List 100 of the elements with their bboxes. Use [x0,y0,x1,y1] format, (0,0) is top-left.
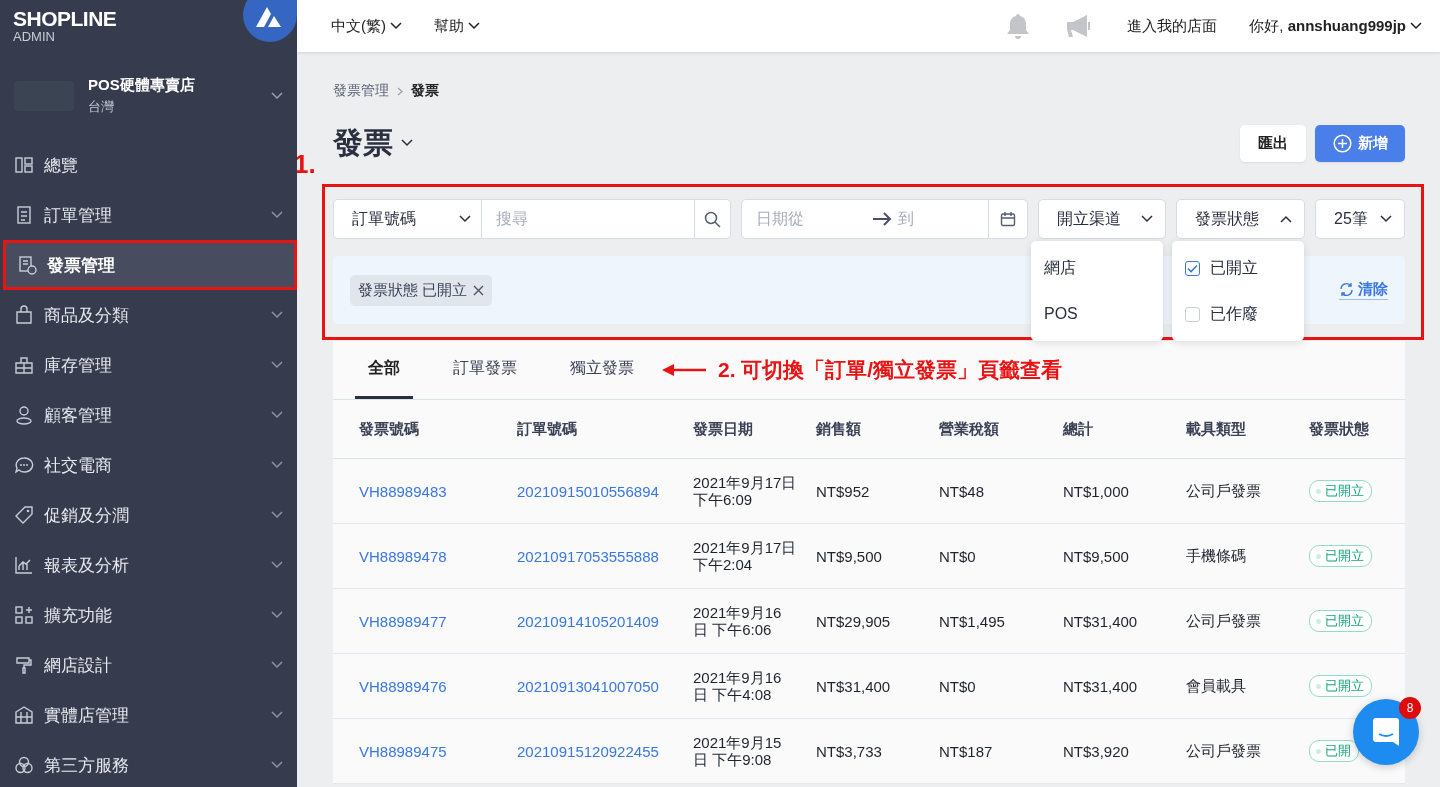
storefront-link[interactable]: 進入我的店面 [1127,16,1218,36]
sidebar-item[interactable]: 社交電商 [0,440,297,490]
annotation-text: 2. 可切換「訂單/獨立發票」頁籤查看 [718,357,1063,383]
chevron-down-icon [271,211,283,219]
chat-icon [1371,717,1401,747]
menu-dropdown[interactable]: 中文(繁) [331,16,402,36]
grid-plus-icon [14,605,34,625]
menu-dropdown[interactable]: 幫助 [434,16,480,36]
table-cell-text: 日 下午9:08 [693,751,773,768]
table-cell: NT$31,400 [816,677,891,695]
table-cell: NT$29,905 [816,612,891,630]
brand-subtitle: ADMIN [13,30,56,43]
account-menu[interactable]: 你好, annshuang999jp [1249,16,1422,36]
table-cell: 2021年9月16 [693,604,782,621]
page-title: 發票 [333,124,393,161]
clear-link[interactable]: 清除 [1339,280,1388,300]
date-range-field[interactable]: 日期從 到 [741,199,1028,239]
table-cell: NT$187 [939,742,993,760]
checkbox-option[interactable]: 已作廢 [1172,291,1304,337]
tab[interactable]: 訂單發票 [440,341,530,399]
filter-chip[interactable]: 發票狀態 已開立 [350,274,493,306]
export-button[interactable]: 匯出 [1240,124,1306,162]
table-cell: NT$0 [939,547,976,565]
column-header: 營業稅額 [939,419,999,439]
dashboard-icon [14,155,34,175]
tab[interactable]: 全部 [355,341,413,399]
tag-icon [14,505,34,525]
status-badge: 已開立 [1309,610,1372,632]
order-number-link[interactable]: 20210913041007050 [517,677,659,695]
bar-chart-icon [14,555,34,575]
paint-roller-icon [14,655,34,675]
table-cell: 公司戶發票 [1186,741,1261,761]
table-cell-text: 日 下午6:06 [693,621,773,638]
table-cell: NT$31,400 [1063,677,1138,695]
order-number-link[interactable]: 20210914105201409 [517,612,659,630]
invoice-number-link[interactable]: VH88989478 [359,547,447,565]
checkbox-option[interactable]: 已開立 [1172,245,1304,291]
column-header: 銷售額 [816,419,861,439]
chevron-down-icon [401,139,413,147]
breadcrumb-link[interactable]: 發票管理 [333,82,389,100]
create-button[interactable]: 新增 [1315,124,1405,162]
status-badge: 已開立 [1309,675,1372,697]
order-number-link[interactable]: 20210915010556894 [517,482,659,500]
table-cell: NT$31,400 [1063,612,1138,630]
sidebar-item[interactable]: 訂單管理 [0,190,297,240]
table-cell: NT$1,495 [939,612,1005,630]
sidebar-item[interactable]: 庫存管理 [0,340,297,390]
sidebar-item[interactable]: 網店設計 [0,640,297,690]
sidebar-item[interactable]: 報表及分析 [0,540,297,590]
chevron-up-icon [1280,215,1292,223]
sidebar-item[interactable]: 促銷及分潤 [0,490,297,540]
column-header: 總計 [1063,419,1093,439]
invoice-number-link[interactable]: VH88989483 [359,482,447,500]
chevron-down-icon [271,711,283,719]
table-cell-text: 日 下午4:08 [693,686,773,703]
notification-badge: 8 [1399,697,1421,719]
table-cell-text: 下午2:04 [693,556,754,573]
table-cell: 公司戶發票 [1186,481,1261,501]
invoice-number-link[interactable]: VH88989475 [359,742,447,760]
invoice-number-link[interactable]: VH88989477 [359,612,447,630]
table-cell: 手機條碼 [1186,546,1246,566]
sidebar-item[interactable]: 第三方服務 [0,740,297,787]
circles-icon [14,755,34,775]
shopping-bag-icon [14,305,34,325]
brand-logo: SHOPLINE [13,8,118,29]
chevron-down-icon [271,761,283,769]
chevron-down-icon [1141,215,1154,223]
chevron-down-icon [271,511,283,519]
table-cell: NT$3,733 [816,742,882,760]
user-icon [14,405,34,425]
chevron-down-icon [271,92,283,100]
table-cell: 2021年9月16 [693,669,782,686]
column-header: 發票狀態 [1309,419,1369,439]
chevron-down-icon [390,22,402,30]
sidebar-item[interactable]: 商品及分類 [0,290,297,340]
invoice-number-link[interactable]: VH88989476 [359,677,447,695]
boxes-icon [14,355,34,375]
table-cell: NT$1,000 [1063,482,1129,500]
checkbox[interactable] [1185,260,1200,276]
filter-dropdown[interactable]: 開立渠道 [1037,199,1167,239]
sidebar-item[interactable]: 顧客管理 [0,390,297,440]
sidebar-item[interactable]: 擴充功能 [0,590,297,640]
building-icon [14,705,34,725]
sidebar-item[interactable]: 發票管理 [3,240,297,290]
order-number-link[interactable]: 20210915120922455 [517,742,659,760]
filter-dropdown[interactable]: 發票狀態 [1176,199,1305,239]
menu-option[interactable]: 網店 [1031,245,1163,291]
sidebar-item[interactable]: 實體店管理 [0,690,297,740]
table-cell: 2021年9月15 [693,734,782,751]
column-header: 訂單號碼 [517,419,577,439]
tab[interactable]: 獨立發票 [557,341,647,399]
menu-option[interactable]: POS [1031,291,1163,337]
chevron-down-icon [271,461,283,469]
column-header: 發票日期 [693,419,753,439]
chevron-down-icon [1410,22,1422,30]
close-icon[interactable] [473,284,485,296]
store-name: POS硬體專賣店 [88,76,196,95]
page-size-dropdown[interactable]: 25筆 [1315,199,1405,239]
sidebar-item[interactable]: 總覽 [0,140,297,190]
order-number-link[interactable]: 20210917053555888 [517,547,659,565]
